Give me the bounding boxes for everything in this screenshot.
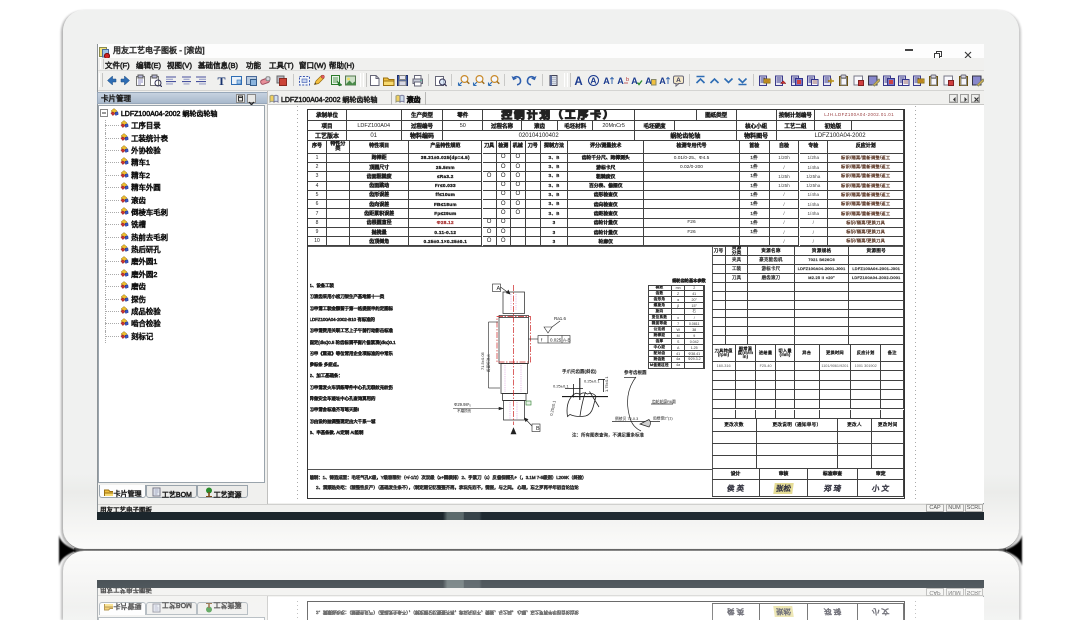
svg-text:A: A: [590, 76, 596, 86]
svg-text:0.25±0.1: 0.25±0.1: [549, 399, 557, 416]
svg-text:0.25±0.1: 0.25±0.1: [584, 379, 600, 384]
svg-text:手爪托齿圆(斜齿): 手爪托齿圆(斜齿): [562, 368, 597, 375]
svg-text:T: T: [217, 74, 225, 87]
svg-text:齿面标淬火: 齿面标淬火: [486, 354, 491, 372]
svg-text:0.025: 0.025: [550, 338, 562, 343]
svg-text:Ra1.6: Ra1.6: [554, 316, 567, 321]
svg-text:A: A: [603, 76, 610, 86]
svg-text:注：所有图表查询，不满足重条标准: 注：所有图表查询，不满足重条标准: [572, 432, 644, 439]
svg-text:b: b: [626, 77, 629, 83]
svg-text:参考齿根圆: 参考齿根圆: [624, 369, 647, 376]
svg-text:1.75±0.1: 1.75±0.1: [604, 376, 609, 392]
svg-text:齿轮轮廓R6圆: 齿轮轮廓R6圆: [652, 399, 676, 404]
svg-text:A: A: [617, 76, 624, 86]
svg-text:A: A: [676, 77, 681, 84]
svg-text:A: A: [659, 76, 666, 86]
svg-text:A: A: [631, 76, 638, 86]
svg-text:f: f: [541, 338, 543, 343]
svg-text:0.25±0.1: 0.25±0.1: [553, 384, 569, 389]
svg-text:A: A: [574, 76, 582, 87]
svg-text:不磨损伤: 不磨损伤: [457, 408, 472, 413]
svg-text:倒棱贝 72-0.3: 倒棱贝 72-0.3: [615, 416, 638, 421]
svg-text:71.5±0.05: 71.5±0.05: [480, 351, 485, 370]
svg-text:Φ29.98³₀: Φ29.98³₀: [454, 402, 471, 407]
svg-text:A-B: A-B: [563, 338, 571, 343]
svg-text:B: B: [536, 426, 540, 432]
svg-text:A: A: [497, 286, 501, 292]
svg-text:齿根倒2°(1): 齿根倒2°(1): [653, 416, 673, 421]
